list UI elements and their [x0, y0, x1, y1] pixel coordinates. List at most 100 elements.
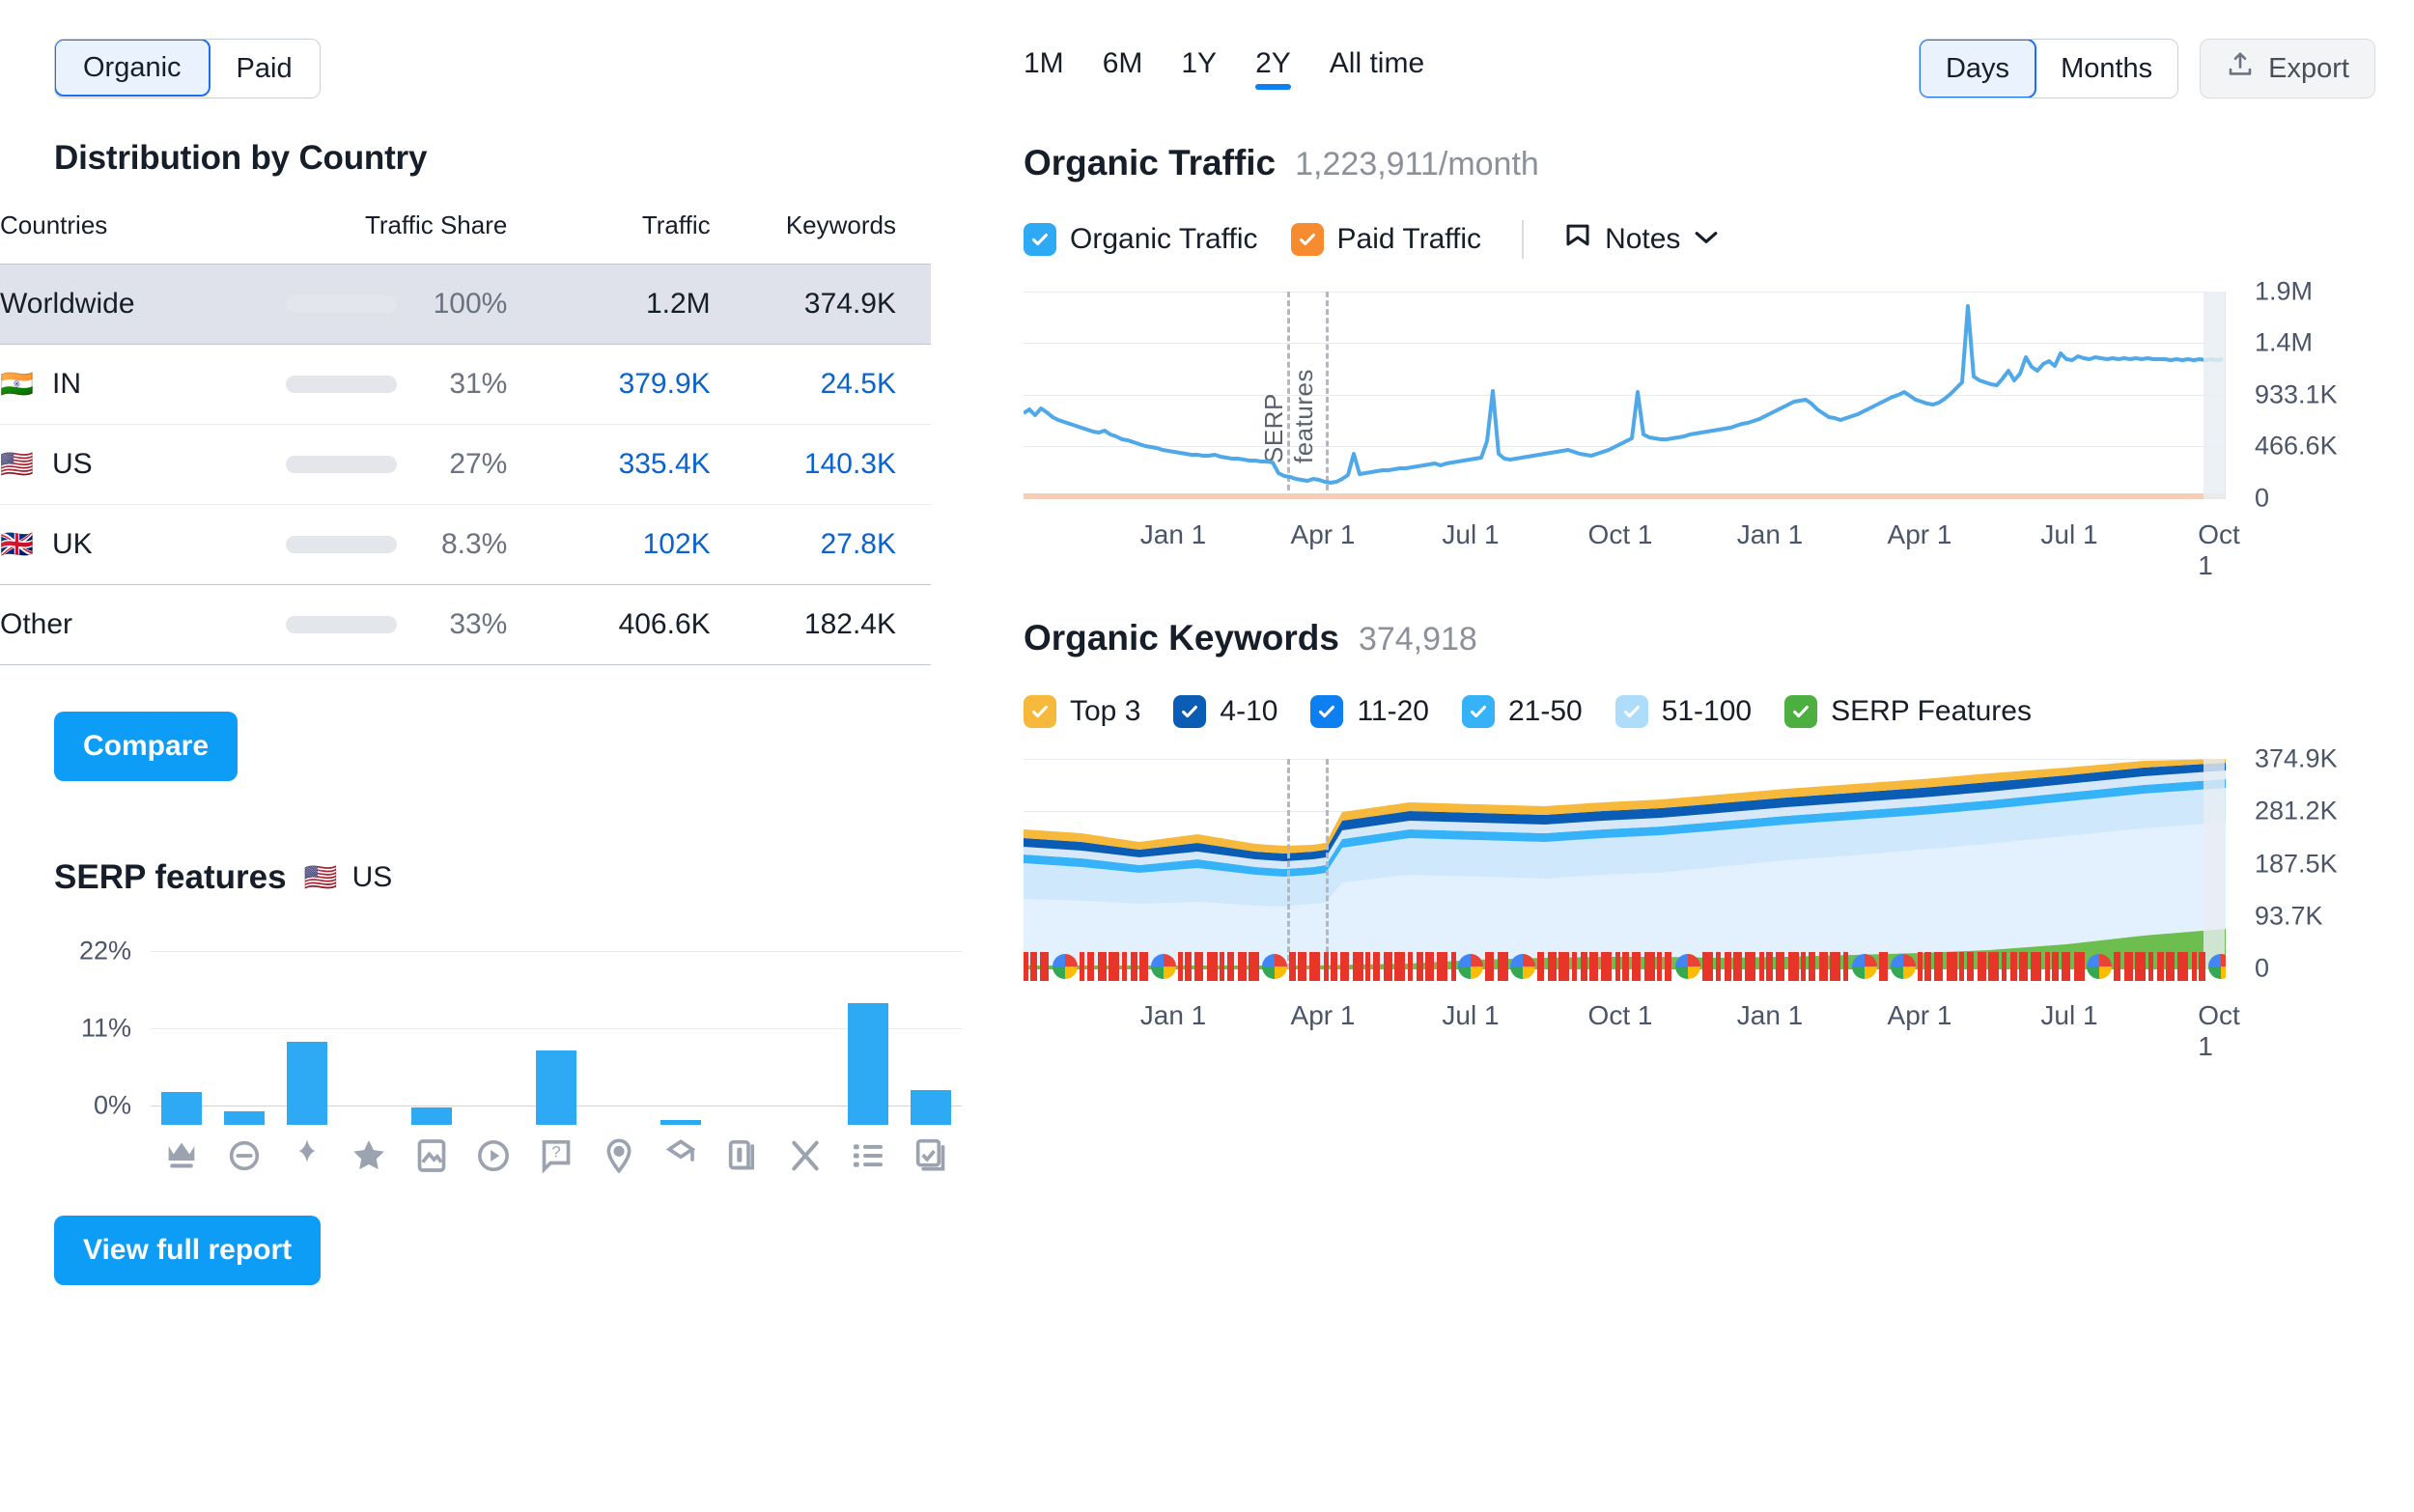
table-row[interactable]: 🇬🇧 UK 8.3% 102K 27.8K — [0, 505, 931, 585]
algorithm-update-tick — [1227, 952, 1234, 981]
algorithm-update-tick — [1558, 952, 1569, 981]
distribution-by-country-title: Distribution by Country — [54, 139, 955, 178]
serp-bar-slot[interactable] — [400, 961, 463, 1125]
organic-keywords-value: 374,918 — [1359, 621, 1477, 658]
legend-item-21-50[interactable]: 21-50 — [1462, 695, 1583, 728]
row-keywords-value[interactable]: 27.8K — [728, 505, 931, 585]
serp-icon-slot[interactable] — [338, 1136, 401, 1175]
keywords-xtick-7: Oct 1 — [2198, 1000, 2240, 1062]
serp-icon-slot[interactable] — [837, 1136, 900, 1175]
checkbox-icon[interactable] — [1615, 695, 1648, 728]
serp-icon-slot[interactable] — [587, 1136, 650, 1175]
checkbox-icon[interactable] — [1784, 695, 1817, 728]
algorithm-update-tick — [2157, 952, 2164, 981]
checkbox-icon[interactable] — [1024, 695, 1056, 728]
serp-icon-slot[interactable] — [275, 1136, 338, 1175]
row-country-cell: 🇬🇧 UK — [0, 505, 281, 585]
row-traffic-value[interactable]: 335.4K — [524, 425, 727, 505]
toggle-option-organic[interactable]: Organic — [54, 39, 211, 97]
algorithm-update-tick — [2199, 952, 2205, 981]
algorithm-update-tick — [1394, 952, 1405, 981]
serp-bar-slot[interactable] — [463, 961, 525, 1125]
traffic-ytick-2: 933.1K — [2255, 380, 2338, 410]
checkbox-icon[interactable] — [1173, 695, 1206, 728]
serp-icon-slot[interactable] — [213, 1136, 276, 1175]
table-row[interactable]: 🇺🇸 US 27% 335.4K 140.3K — [0, 425, 931, 505]
range-1m[interactable]: 1M — [1024, 47, 1064, 90]
row-traffic-value[interactable]: 379.9K — [524, 345, 727, 425]
serp-icon-slot[interactable] — [463, 1136, 525, 1175]
range-2y[interactable]: 2Y — [1255, 47, 1291, 90]
share-percent: 27% — [418, 448, 507, 481]
toggle-option-paid[interactable]: Paid — [210, 40, 320, 98]
serp-bar-slot[interactable] — [151, 961, 213, 1125]
serp-bar-slot[interactable] — [338, 961, 401, 1125]
serp-bar-slot[interactable] — [525, 961, 588, 1125]
toolbar-right-group: Days Months Export — [1919, 39, 2375, 98]
legend-item-top3[interactable]: Top 3 — [1024, 695, 1140, 728]
algorithm-update-tick — [2124, 952, 2133, 981]
country-label-wrap: Worldwide — [0, 288, 281, 321]
range-all-time[interactable]: All time — [1330, 47, 1424, 90]
serp-bar-slot[interactable] — [899, 961, 962, 1125]
row-keywords-value[interactable]: 140.3K — [728, 425, 931, 505]
export-button[interactable]: Export — [2200, 39, 2375, 98]
row-country-cell: Worldwide — [0, 265, 281, 345]
algorithm-update-tick — [1632, 952, 1641, 981]
granularity-option-months[interactable]: Months — [2035, 40, 2177, 98]
serp-bar-slot[interactable] — [213, 961, 276, 1125]
serp-bar-slot[interactable] — [774, 961, 837, 1125]
serp-icon-slot[interactable] — [774, 1136, 837, 1175]
legend-label: 11-20 — [1357, 695, 1429, 728]
serp-icon-slot[interactable] — [899, 1136, 962, 1175]
serp-bar-slot[interactable] — [712, 961, 774, 1125]
checkbox-icon[interactable] — [1462, 695, 1495, 728]
algorithm-update-tick — [1702, 952, 1713, 981]
table-row[interactable]: Other 33% 406.6K 182.4K — [0, 585, 931, 665]
serp-icon-slot[interactable] — [151, 1136, 213, 1175]
row-keywords-value[interactable]: 24.5K — [728, 345, 931, 425]
organic-paid-toggle[interactable]: Organic Paid — [54, 39, 321, 98]
granularity-toggle[interactable]: Days Months — [1919, 39, 2178, 98]
compare-button[interactable]: Compare — [54, 712, 238, 781]
algorithm-update-tick — [1978, 952, 1986, 981]
serp-bar-slot[interactable] — [275, 961, 338, 1125]
range-6m[interactable]: 6M — [1103, 47, 1143, 90]
google-update-icon — [1458, 954, 1483, 979]
serp-icon-slot[interactable] — [400, 1136, 463, 1175]
checkbox-icon[interactable] — [1310, 695, 1343, 728]
legend-item-51-100[interactable]: 51-100 — [1615, 695, 1752, 728]
legend-item-organic-traffic[interactable]: Organic Traffic — [1024, 223, 1258, 256]
serp-ytick-0: 0% — [94, 1091, 131, 1121]
algorithm-update-tick — [1801, 952, 1806, 981]
table-row[interactable]: Worldwide 100% 1.2M 374.9K — [0, 265, 931, 345]
legend-item-serp-features[interactable]: SERP Features — [1784, 695, 2032, 728]
algorithm-update-tick — [1185, 952, 1192, 981]
serp-bar-slot[interactable] — [587, 961, 650, 1125]
view-full-report-button[interactable]: View full report — [54, 1216, 321, 1285]
legend-item-4-10[interactable]: 4-10 — [1173, 695, 1277, 728]
legend-item-11-20[interactable]: 11-20 — [1310, 695, 1429, 728]
row-traffic-value[interactable]: 102K — [524, 505, 727, 585]
ai-overview-icon — [288, 1136, 326, 1175]
organic-traffic-chart[interactable]: SERP features 1.9M 1.4M 933.1K 466.6K 0 … — [1024, 292, 2375, 552]
legend-item-paid-traffic[interactable]: Paid Traffic — [1291, 223, 1482, 256]
checkbox-icon[interactable] — [1024, 223, 1056, 256]
serp-bar-slot[interactable] — [837, 961, 900, 1125]
range-1y[interactable]: 1Y — [1181, 47, 1217, 90]
table-row[interactable]: 🇮🇳 IN 31% 379.9K 24.5K — [0, 345, 931, 425]
organic-keywords-chart[interactable]: 374.9K 281.2K 187.5K 93.7K 0 Jan 1 Apr 1… — [1024, 759, 2375, 1039]
google-algorithm-updates-band[interactable] — [1024, 952, 2226, 981]
granularity-option-days[interactable]: Days — [1919, 39, 2036, 98]
algorithm-update-tick — [1601, 952, 1612, 981]
country-label-wrap: 🇺🇸 US — [0, 448, 281, 481]
serp-icon-slot[interactable] — [712, 1136, 774, 1175]
serp-bars — [151, 961, 962, 1125]
serp-icon-slot[interactable] — [650, 1136, 713, 1175]
notes-dropdown[interactable]: Notes — [1564, 223, 1719, 257]
checkbox-icon[interactable] — [1291, 223, 1324, 256]
serp-icon-slot[interactable]: ? — [525, 1136, 588, 1175]
table-header: Countries Traffic Share Traffic Keywords — [0, 210, 931, 265]
algorithm-update-tick — [2052, 952, 2059, 981]
serp-bar-slot[interactable] — [650, 961, 713, 1125]
